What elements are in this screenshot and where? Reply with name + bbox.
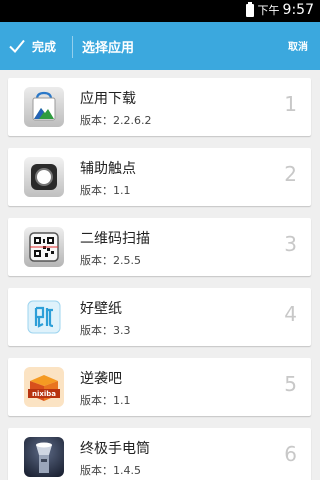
app-index: 5: [284, 372, 297, 396]
app-version: 版本：3.3: [80, 324, 131, 337]
app-list-item[interactable]: 辅助触点 版本：1.1 2: [8, 148, 311, 206]
action-bar-divider: [72, 36, 73, 58]
app-version: 版本：2.2.6.2: [80, 114, 152, 127]
app-index: 1: [284, 92, 297, 116]
status-bar: 下午 9:57: [0, 0, 320, 22]
app-name: 应用下载: [80, 91, 136, 107]
app-name: 终极手电筒: [80, 441, 150, 457]
app-index: 2: [284, 162, 297, 186]
app-name: 逆袭吧: [80, 371, 122, 387]
assistive-touch-icon: [24, 157, 64, 197]
app-version: 版本：1.1: [80, 184, 131, 197]
cancel-button[interactable]: 取消: [288, 38, 308, 53]
app-index: 3: [284, 232, 297, 256]
app-store-bag-icon: [24, 87, 64, 127]
app-name: 二维码扫描: [80, 231, 150, 247]
app-list-item[interactable]: nixiba 逆袭吧 版本：1.1 5: [8, 358, 311, 416]
app-index: 4: [284, 302, 297, 326]
app-list: 应用下载 版本：2.2.6.2 1 辅助触点 版本：1.1 2 二维码扫描 版本…: [0, 70, 320, 480]
checkmark-icon: [9, 39, 25, 53]
done-button[interactable]: 完成: [0, 22, 72, 70]
action-bar: 完成 选择应用 取消: [0, 22, 320, 70]
flashlight-icon: [24, 437, 64, 477]
nixiba-icon-text: nixiba: [32, 390, 56, 398]
clock-time: 9:57: [282, 2, 314, 18]
app-index: 6: [284, 442, 297, 466]
app-list-item[interactable]: 终极手电筒 版本：1.4.5 6: [8, 428, 311, 480]
app-name: 好壁纸: [80, 301, 122, 317]
app-list-item[interactable]: 二维码扫描 版本：2.5.5 3: [8, 218, 311, 276]
app-version: 版本：2.5.5: [80, 254, 141, 267]
app-name: 辅助触点: [80, 161, 136, 177]
app-list-item[interactable]: 应用下载 版本：2.2.6.2 1: [8, 78, 311, 136]
nixiba-box-icon: nixiba: [24, 367, 64, 407]
app-list-item[interactable]: 好壁纸 版本：3.3 4: [8, 288, 311, 346]
battery-icon: [246, 2, 254, 17]
page-title: 选择应用: [82, 41, 135, 56]
qr-scanner-icon: [24, 227, 64, 267]
wallpaper-icon: [24, 297, 64, 337]
clock-ampm: 下午: [257, 4, 280, 17]
status-clock: 下午 9:57: [258, 2, 314, 18]
app-version: 版本：1.1: [80, 394, 131, 407]
done-label: 完成: [32, 39, 57, 54]
app-version: 版本：1.4.5: [80, 464, 141, 477]
